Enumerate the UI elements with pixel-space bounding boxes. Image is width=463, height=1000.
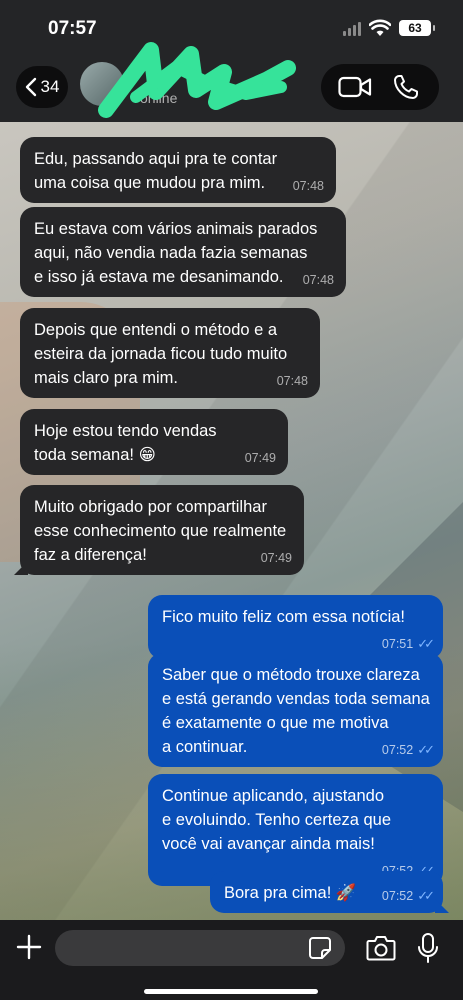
signal-icon: [343, 22, 361, 36]
unread-count: 34: [40, 77, 60, 96]
video-camera-icon: [337, 76, 371, 98]
message-bubble-incoming[interactable]: Edu, passando aqui pra te contar uma coi…: [20, 137, 336, 203]
message-text: Depois que entendi o método e a esteira …: [34, 321, 288, 387]
message-list: Edu, passando aqui pra te contar uma coi…: [0, 122, 463, 920]
message-text: Continue aplicando, ajustando e evoluind…: [162, 787, 392, 853]
message-bubble-incoming[interactable]: Muito obrigado por compartilhar esse con…: [14, 485, 304, 575]
message-time: 07:49: [260, 551, 292, 565]
message-text: Bora pra cima! 🚀: [224, 884, 357, 902]
message-text: Fico muito feliz com essa notícia!: [162, 608, 406, 626]
read-receipt-icon: ✓✓: [417, 636, 435, 651]
message-bubble-outgoing[interactable]: Bora pra cima! 🚀 07:52 ✓✓: [210, 871, 449, 913]
message-composer: [0, 920, 463, 1000]
camera-icon[interactable]: [366, 934, 396, 962]
message-time: 07:48: [276, 374, 308, 388]
message-input[interactable]: [55, 930, 345, 966]
sticker-icon[interactable]: [308, 936, 332, 960]
battery-level: 63: [408, 21, 422, 35]
message-text: Hoje estou tendo vendas toda semana! 😁: [34, 422, 217, 464]
video-call-button[interactable]: [335, 67, 375, 107]
status-time: 07:57: [48, 18, 97, 39]
message-time: 07:48: [302, 273, 334, 287]
bubble-tail: [435, 899, 449, 913]
message-text: Edu, passando aqui pra te contar uma coi…: [34, 150, 278, 192]
message-time: 07:52: [381, 743, 414, 757]
chat-header: 34 online: [0, 42, 463, 122]
message-text: Eu estava com vários animais parados aqu…: [34, 220, 318, 286]
plus-icon[interactable]: [14, 932, 44, 962]
message-bubble-incoming[interactable]: Hoje estou tendo vendas toda semana! 😁 0…: [20, 409, 288, 475]
battery-icon: 63: [399, 20, 435, 36]
voice-call-button[interactable]: [386, 67, 426, 107]
message-text: Muito obrigado por compartilhar esse con…: [34, 498, 287, 564]
phone-icon: [393, 75, 418, 99]
message-bubble-outgoing[interactable]: Fico muito feliz com essa notícia! 07:51…: [148, 595, 443, 659]
message-bubble-outgoing[interactable]: Continue aplicando, ajustando e evoluind…: [148, 774, 443, 886]
message-time: 07:48: [292, 179, 324, 193]
back-button[interactable]: 34: [16, 66, 68, 108]
message-time: 07:51: [381, 637, 414, 651]
home-indicator: [144, 989, 318, 994]
message-bubble-outgoing[interactable]: Saber que o método trouxe clareza e está…: [148, 653, 443, 767]
read-receipt-icon: ✓✓: [417, 742, 435, 757]
message-time: 07:49: [244, 451, 276, 465]
message-bubble-incoming[interactable]: Eu estava com vários animais parados aqu…: [20, 207, 346, 297]
chevron-left-icon: [25, 77, 36, 97]
bubble-tail: [14, 561, 28, 575]
wifi-icon: [369, 19, 391, 36]
read-receipt-icon: ✓✓: [417, 888, 435, 903]
message-bubble-incoming[interactable]: Depois que entendi o método e a esteira …: [20, 308, 320, 398]
microphone-icon[interactable]: [416, 932, 440, 964]
call-actions: [321, 64, 439, 110]
message-time: 07:52: [381, 889, 414, 903]
redaction-scribble: [98, 42, 296, 118]
